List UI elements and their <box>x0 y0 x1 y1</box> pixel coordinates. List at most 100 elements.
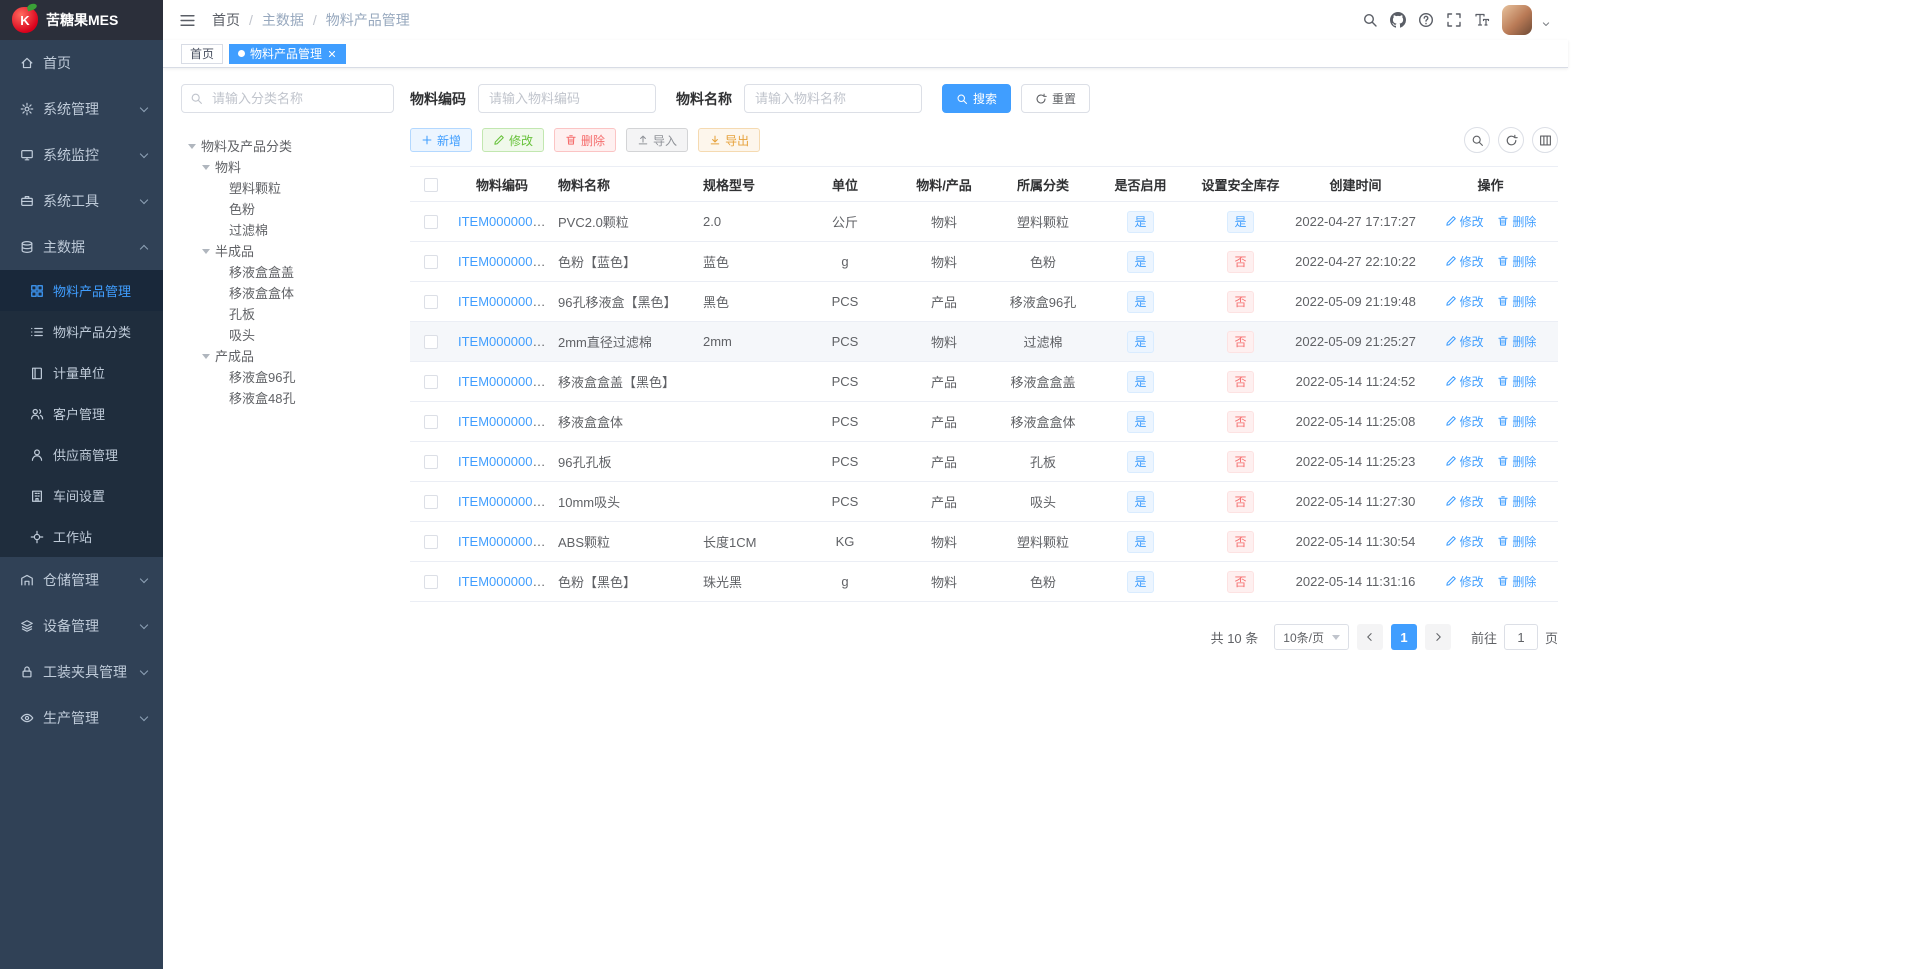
item-code-link[interactable]: ITEM00000049 <box>458 334 547 349</box>
sidebar-item[interactable]: 工装夹具管理 <box>0 649 163 695</box>
help-icon[interactable] <box>1418 12 1434 28</box>
item-code-link[interactable]: ITEM00000037 <box>458 214 547 229</box>
tree-node[interactable]: 移液盒48孔 <box>181 387 394 408</box>
item-code-link[interactable]: ITEM00000053 <box>458 454 547 469</box>
reset-button[interactable]: 重置 <box>1021 84 1091 113</box>
prev-page-button[interactable] <box>1356 624 1383 650</box>
columns-icon[interactable] <box>1532 127 1558 153</box>
sidebar-item[interactable]: 设备管理 <box>0 603 163 649</box>
refresh-icon[interactable] <box>1498 127 1524 153</box>
sidebar-item[interactable]: 客户管理 <box>0 393 163 434</box>
row-checkbox[interactable] <box>424 375 438 390</box>
tree-node[interactable]: 塑料颗粒 <box>181 177 394 198</box>
sidebar-item[interactable]: 系统管理 <box>0 86 163 132</box>
row-edit-link[interactable]: 修改 <box>1445 373 1484 390</box>
sidebar-item[interactable]: 车间设置 <box>0 475 163 516</box>
tree-node[interactable]: 移液盒盒盖 <box>181 261 394 282</box>
tree-node[interactable]: 半成品 <box>181 240 394 261</box>
row-edit-link[interactable]: 修改 <box>1445 453 1484 470</box>
breadcrumb-item[interactable]: 主数据 <box>262 10 326 30</box>
tree-node[interactable]: 物料及产品分类 <box>181 135 394 156</box>
toolbar-button[interactable]: 修改 <box>482 128 545 152</box>
sidebar-item[interactable]: 系统工具 <box>0 178 163 224</box>
breadcrumb-item[interactable]: 首页 <box>212 10 262 30</box>
row-delete-link[interactable]: 删除 <box>1497 493 1536 510</box>
next-page-button[interactable] <box>1424 624 1451 650</box>
row-delete-link[interactable]: 删除 <box>1497 573 1536 590</box>
sidebar-item[interactable]: 供应商管理 <box>0 434 163 475</box>
tree-node[interactable]: 物料 <box>181 156 394 177</box>
sidebar-item[interactable]: 首页 <box>0 40 163 86</box>
item-code-link[interactable]: ITEM00000051 <box>458 374 547 389</box>
item-code-link[interactable]: ITEM00000046 <box>458 294 547 309</box>
breadcrumb-item[interactable]: 物料产品管理 <box>326 10 410 30</box>
row-edit-link[interactable]: 修改 <box>1445 253 1484 270</box>
sidebar-item[interactable]: 计量单位 <box>0 352 163 393</box>
sidebar-item[interactable]: 物料产品管理 <box>0 270 163 311</box>
toolbar-button[interactable]: 删除 <box>554 128 617 152</box>
row-checkbox[interactable] <box>424 575 438 590</box>
row-edit-link[interactable]: 修改 <box>1445 293 1484 310</box>
tab-close-icon[interactable] <box>327 49 337 59</box>
row-edit-link[interactable]: 修改 <box>1445 493 1484 510</box>
sidebar-item[interactable]: 物料产品分类 <box>0 311 163 352</box>
row-edit-link[interactable]: 修改 <box>1445 573 1484 590</box>
avatar[interactable] <box>1502 5 1532 35</box>
sidebar-item[interactable]: 系统监控 <box>0 132 163 178</box>
item-code-link[interactable]: ITEM00000052 <box>458 414 547 429</box>
goto-page-input[interactable] <box>1503 624 1538 650</box>
item-code-link[interactable]: ITEM00000054 <box>458 494 547 509</box>
row-checkbox[interactable] <box>424 255 438 270</box>
tree-node[interactable]: 移液盒盒体 <box>181 282 394 303</box>
search-icon[interactable] <box>1362 12 1378 28</box>
tab[interactable]: 首页 <box>181 43 224 64</box>
row-checkbox[interactable] <box>424 335 438 350</box>
font-size-icon[interactable] <box>1474 12 1490 28</box>
row-checkbox[interactable] <box>424 215 438 230</box>
material-code-input[interactable] <box>478 84 656 113</box>
fullscreen-icon[interactable] <box>1446 12 1462 28</box>
github-icon[interactable] <box>1390 12 1406 28</box>
select-all-checkbox[interactable] <box>424 177 438 192</box>
hamburger-icon[interactable] <box>179 12 196 29</box>
sidebar-item[interactable]: 生产管理 <box>0 695 163 741</box>
caret-down-icon[interactable] <box>1540 18 1552 30</box>
tree-node[interactable]: 产成品 <box>181 345 394 366</box>
tab[interactable]: 物料产品管理 <box>229 43 347 64</box>
row-checkbox[interactable] <box>424 295 438 310</box>
row-delete-link[interactable]: 删除 <box>1497 253 1536 270</box>
sidebar-item[interactable]: 仓储管理 <box>0 557 163 603</box>
row-delete-link[interactable]: 删除 <box>1497 373 1536 390</box>
sidebar-item[interactable]: 主数据 <box>0 224 163 270</box>
app-logo[interactable]: K 苦糖果MES <box>0 0 163 40</box>
search-icon[interactable] <box>1464 127 1490 153</box>
item-code-link[interactable]: ITEM00000041 <box>458 254 547 269</box>
row-checkbox[interactable] <box>424 455 438 470</box>
current-page-button[interactable]: 1 <box>1390 624 1417 650</box>
category-search-input[interactable] <box>181 84 394 113</box>
tree-node[interactable]: 孔板 <box>181 303 394 324</box>
sidebar-item[interactable]: 工作站 <box>0 516 163 557</box>
row-delete-link[interactable]: 删除 <box>1497 533 1536 550</box>
tree-node[interactable]: 吸头 <box>181 324 394 345</box>
toolbar-button[interactable]: 导出 <box>698 128 761 152</box>
tree-node[interactable]: 移液盒96孔 <box>181 366 394 387</box>
row-checkbox[interactable] <box>424 535 438 550</box>
row-delete-link[interactable]: 删除 <box>1497 413 1536 430</box>
row-edit-link[interactable]: 修改 <box>1445 413 1484 430</box>
row-delete-link[interactable]: 删除 <box>1497 333 1536 350</box>
row-delete-link[interactable]: 删除 <box>1497 453 1536 470</box>
row-delete-link[interactable]: 删除 <box>1497 293 1536 310</box>
row-edit-link[interactable]: 修改 <box>1445 533 1484 550</box>
item-code-link[interactable]: ITEM00000056 <box>458 574 547 589</box>
search-button[interactable]: 搜索 <box>942 84 1012 113</box>
row-checkbox[interactable] <box>424 495 438 510</box>
toolbar-button[interactable]: 新增 <box>410 128 473 152</box>
row-edit-link[interactable]: 修改 <box>1445 333 1484 350</box>
page-size-select[interactable]: 10条/页 <box>1274 624 1349 650</box>
tree-node[interactable]: 色粉 <box>181 198 394 219</box>
row-edit-link[interactable]: 修改 <box>1445 213 1484 230</box>
toolbar-button[interactable]: 导入 <box>626 128 689 152</box>
row-checkbox[interactable] <box>424 415 438 430</box>
item-code-link[interactable]: ITEM00000055 <box>458 534 547 549</box>
